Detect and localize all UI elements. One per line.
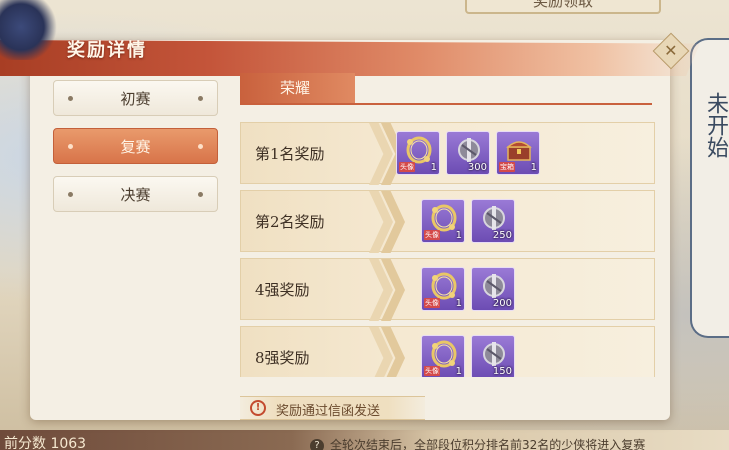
reward-row-label: 8强奖励: [255, 349, 310, 367]
background-note: ? 全轮次结束后，全部段位积分排名前32名的少侠将进入复赛: [310, 436, 645, 450]
reward-row: 8强奖励 头像 1 150: [240, 326, 655, 377]
help-icon: ?: [310, 438, 324, 450]
reward-row-label: 4强奖励: [255, 281, 310, 299]
golden-frame-icon: [429, 203, 459, 233]
item-quantity: 300: [467, 162, 487, 173]
item-tag: 宝箱: [499, 162, 515, 172]
sidebar-item-label: 复赛: [120, 137, 151, 156]
dialog-title: 奖励详情: [67, 40, 147, 61]
item-tag: 头像: [424, 298, 440, 308]
silver-token-icon: [454, 135, 484, 165]
background-side-text: 未开始: [703, 92, 728, 158]
mail-notice: ! 奖励通过信函发送: [240, 396, 425, 420]
notice-text: 奖励通过信函发送: [276, 404, 381, 419]
golden-frame-icon: [429, 271, 459, 301]
reward-item[interactable]: 200: [471, 267, 515, 311]
tab-honor[interactable]: 荣耀: [240, 73, 355, 103]
close-icon: ✕: [664, 41, 678, 60]
silver-token-icon: [479, 339, 509, 369]
reward-item[interactable]: 头像 1: [421, 199, 465, 243]
background-note-text: 全轮次结束后，全部段位积分排名前32名的少侠将进入复赛: [330, 438, 646, 450]
reward-item[interactable]: 头像 1: [421, 267, 465, 311]
exclamation-icon: !: [250, 400, 266, 416]
sidebar-item-rematch[interactable]: 复赛: [53, 128, 218, 164]
dot-icon: [68, 96, 73, 101]
item-tag: 头像: [424, 230, 440, 240]
dot-icon: [198, 96, 203, 101]
reward-row: 第1名奖励 头像 1 300 宝箱 1: [240, 122, 655, 185]
item-quantity: 1: [455, 298, 462, 309]
reward-row-label: 第1名奖励: [255, 145, 325, 163]
golden-frame-icon: [404, 135, 434, 165]
item-quantity: 1: [455, 230, 462, 241]
item-quantity: 200: [492, 298, 512, 309]
golden-frame-icon: [429, 339, 459, 369]
reward-items: 头像 1 150: [421, 335, 515, 377]
reward-item[interactable]: 头像 1: [421, 335, 465, 377]
background-side-panel: [690, 38, 729, 338]
item-quantity: 250: [492, 230, 512, 241]
sidebar-item-final[interactable]: 决赛: [53, 176, 218, 212]
treasure-chest-icon: [504, 135, 534, 165]
silver-token-icon: [479, 271, 509, 301]
reward-item[interactable]: 300: [446, 131, 490, 175]
item-quantity: 1: [430, 162, 437, 173]
item-quantity: 1: [530, 162, 537, 173]
reward-items: 头像 1 200: [421, 267, 515, 311]
silver-token-icon: [479, 203, 509, 233]
item-quantity: 1: [455, 366, 462, 377]
reward-item[interactable]: 250: [471, 199, 515, 243]
tab-divider: [240, 103, 652, 105]
item-quantity: 150: [492, 366, 512, 377]
reward-item[interactable]: 150: [471, 335, 515, 377]
reward-row: 第2名奖励 头像 1 250: [240, 190, 655, 253]
sidebar-item-label: 初赛: [120, 89, 151, 108]
dot-icon: [68, 144, 73, 149]
reward-items: 头像 1 300 宝箱 1: [396, 131, 540, 175]
reward-list[interactable]: 第1名奖励 头像 1 300 宝箱 1 第2名奖励 头像 1 250 4强奖励 头像 1 200 8强奖励头…: [240, 122, 655, 377]
background-top-button: 奖励领取: [465, 0, 661, 14]
item-tag: 头像: [424, 366, 440, 376]
sidebar-item-preliminary[interactable]: 初赛: [53, 80, 218, 116]
reward-row: 4强奖励 头像 1 200: [240, 258, 655, 321]
reward-items: 头像 1 250: [421, 199, 515, 243]
sidebar-item-label: 决赛: [120, 185, 151, 204]
reward-item[interactable]: 宝箱 1: [496, 131, 540, 175]
stage-sidebar: 初赛 复赛 决赛: [47, 76, 227, 406]
reward-item[interactable]: 头像 1: [396, 131, 440, 175]
reward-row-label: 第2名奖励: [255, 213, 325, 231]
dragon-ornament-icon: [0, 0, 60, 60]
dot-icon: [198, 144, 203, 149]
dot-icon: [198, 192, 203, 197]
item-tag: 头像: [399, 162, 415, 172]
score-text: 前分数 1063: [4, 436, 87, 450]
dot-icon: [68, 192, 73, 197]
